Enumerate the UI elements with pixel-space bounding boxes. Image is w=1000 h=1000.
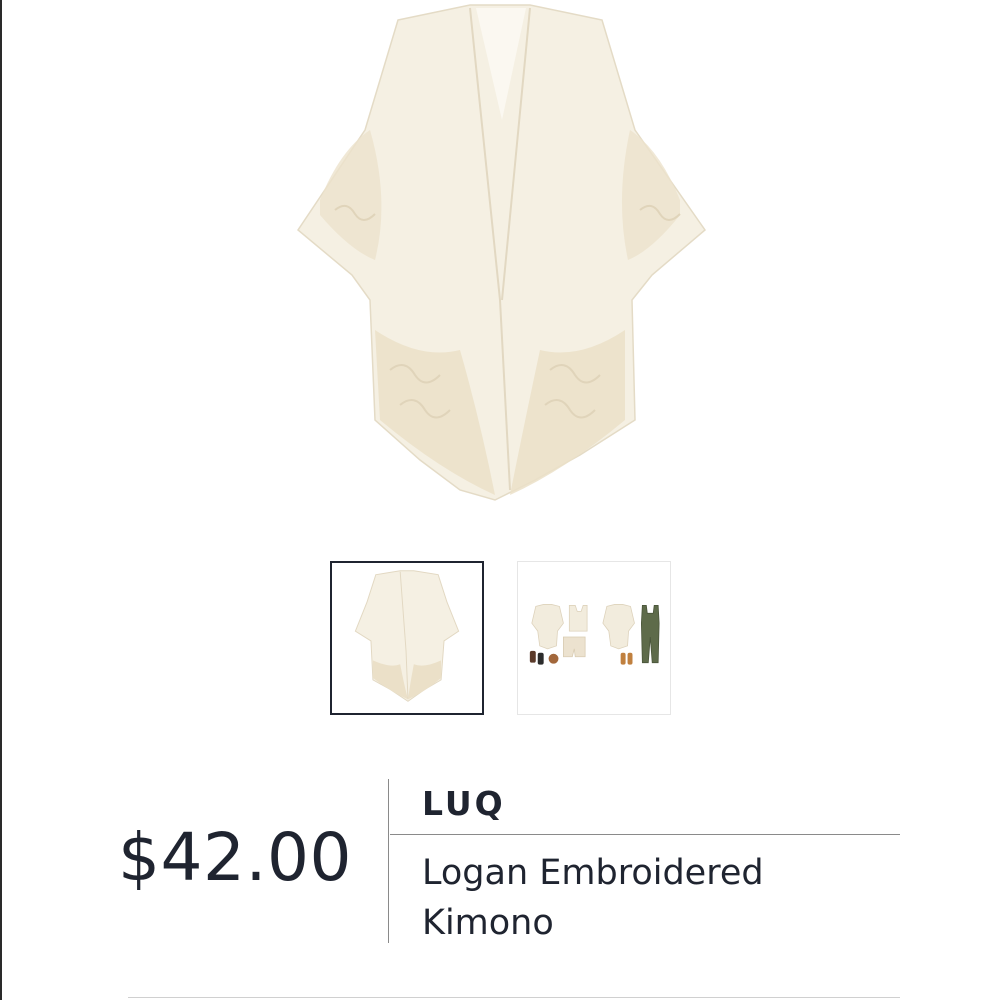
kimono-illustration (297, 4, 707, 501)
thumbnail-outfit[interactable] (517, 561, 671, 715)
horizontal-divider (390, 834, 900, 835)
product-name: Logan Embroidered Kimono (422, 853, 764, 943)
brand-name: LUQ (422, 784, 506, 823)
thumbnail-kimono-selected[interactable] (330, 561, 484, 715)
bottom-divider (128, 997, 900, 998)
product-price: $42.00 (118, 819, 352, 896)
outfit-thumbnail-image (529, 604, 660, 665)
kimono-thumbnail-image (354, 570, 460, 702)
main-product-image (280, 0, 720, 520)
window-edge (0, 0, 2, 1000)
vertical-divider (388, 779, 389, 943)
